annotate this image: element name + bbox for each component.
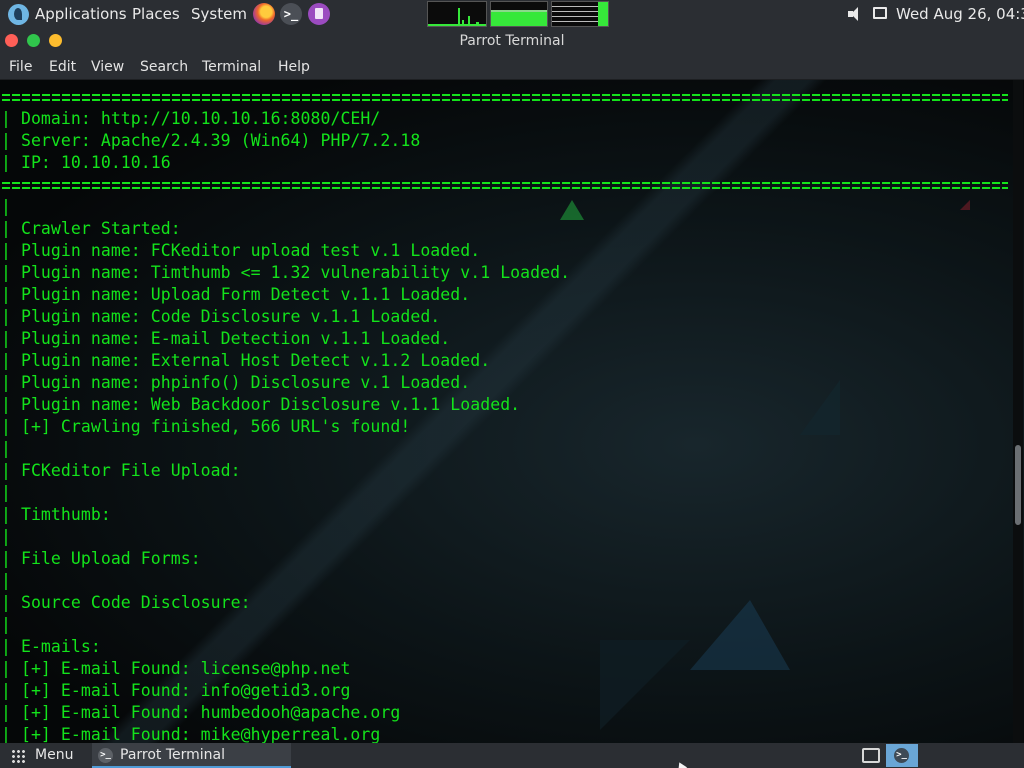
window-title-bar[interactable]: Parrot Terminal <box>0 28 1024 54</box>
apps-grid-icon[interactable] <box>11 749 25 763</box>
terminal-launcher-icon[interactable]: >_ <box>280 3 302 25</box>
firefox-icon[interactable] <box>253 3 275 25</box>
terminal-icon: >_ <box>894 748 909 763</box>
menu-search[interactable]: Search <box>140 54 188 80</box>
terminal-line: | Timthumb: <box>1 505 111 524</box>
scrollbar-thumb[interactable] <box>1015 445 1021 525</box>
terminal-line: | IP: 10.10.10.16 <box>1 153 171 172</box>
maximize-button[interactable] <box>27 34 40 47</box>
terminal-line: | Plugin name: Code Disclosure v.1.1 Loa… <box>1 307 441 326</box>
taskbar-item-parrot-terminal[interactable]: >_ Parrot Terminal <box>92 743 291 768</box>
terminal-line: | Plugin name: Timthumb <= 1.32 vulnerab… <box>1 263 571 282</box>
terminal-line: | Crawler Started: <box>1 219 181 238</box>
terminal-line: | Plugin name: Web Backdoor Disclosure v… <box>1 395 521 414</box>
network-monitor[interactable] <box>551 1 609 27</box>
terminal-line: | [+] E-mail Found: info@getid3.org <box>1 681 351 700</box>
clock[interactable]: Wed Aug 26, 04:31 <box>896 0 1024 28</box>
terminal-line: | [+] E-mail Found: humbedooh@apache.org <box>1 703 401 722</box>
volume-icon[interactable] <box>848 7 862 21</box>
menu-help[interactable]: Help <box>278 54 310 80</box>
terminal-line: | Plugin name: External Host Detect v.1.… <box>1 351 491 370</box>
tray-terminal-button[interactable]: >_ <box>886 744 918 767</box>
terminal-lines: | Domain: http://10.10.10.16:8080/CEH/ | … <box>1 86 1010 743</box>
places-menu[interactable]: Places <box>132 0 180 28</box>
applications-menu[interactable]: Applications <box>35 0 127 28</box>
menu-bar: File Edit View Search Terminal Help <box>0 54 1024 80</box>
network-icon[interactable] <box>862 748 880 763</box>
cpu-monitor[interactable] <box>427 1 487 27</box>
minimize-button[interactable] <box>49 34 62 47</box>
window-title: Parrot Terminal <box>459 33 565 49</box>
terminal-line: | E-mails: <box>1 637 101 656</box>
terminal-line: | Plugin name: FCKeditor upload test v.1… <box>1 241 481 260</box>
taskbar-item-label: Parrot Terminal <box>120 747 226 763</box>
terminal-line: | [+] E-mail Found: license@php.net <box>1 659 351 678</box>
menu-edit[interactable]: Edit <box>49 54 76 80</box>
terminal-line: | Plugin name: E-mail Detection v.1.1 Lo… <box>1 329 451 348</box>
separator-line <box>1 86 1010 108</box>
terminal-line: | File Upload Forms: <box>1 549 201 568</box>
system-menu[interactable]: System <box>191 0 247 28</box>
menu-button[interactable]: Menu <box>35 743 73 768</box>
menu-terminal[interactable]: Terminal <box>202 54 261 80</box>
terminal-line: | <box>1 197 11 216</box>
terminal-icon: >_ <box>98 748 113 763</box>
terminal-line: | <box>1 571 11 590</box>
terminal-line: | <box>1 439 11 458</box>
text-editor-icon[interactable] <box>308 3 330 25</box>
menu-view[interactable]: View <box>91 54 124 80</box>
terminal-line: | <box>1 483 11 502</box>
terminal-line: | [+] Crawling finished, 566 URL's found… <box>1 417 411 436</box>
bottom-panel: Menu >_ Parrot Terminal >_ <box>0 743 1024 768</box>
screen-icon[interactable] <box>873 7 887 19</box>
terminal-line: | [+] E-mail Found: mike@hyperreal.org <box>1 725 381 743</box>
terminal-line: | <box>1 527 11 546</box>
terminal-line: | Server: Apache/2.4.39 (Win64) PHP/7.2.… <box>1 131 421 150</box>
menu-file[interactable]: File <box>9 54 32 80</box>
close-button[interactable] <box>5 34 18 47</box>
terminal-line: | FCKeditor File Upload: <box>1 461 241 480</box>
terminal-line: | Domain: http://10.10.10.16:8080/CEH/ <box>1 109 381 128</box>
parrot-logo-icon[interactable] <box>8 4 29 25</box>
terminal-line: | Plugin name: phpinfo() Disclosure v.1 … <box>1 373 471 392</box>
top-panel: Applications Places System >_ Wed Aug 26… <box>0 0 1024 28</box>
memory-monitor[interactable] <box>490 1 548 27</box>
terminal-output[interactable]: | Domain: http://10.10.10.16:8080/CEH/ | … <box>0 80 1024 743</box>
terminal-line: | Plugin name: Upload Form Detect v.1.1 … <box>1 285 471 304</box>
terminal-scrollbar[interactable] <box>1013 80 1023 743</box>
terminal-line: | Source Code Disclosure: <box>1 593 251 612</box>
terminal-line: | <box>1 615 11 634</box>
separator-line <box>1 174 1010 196</box>
